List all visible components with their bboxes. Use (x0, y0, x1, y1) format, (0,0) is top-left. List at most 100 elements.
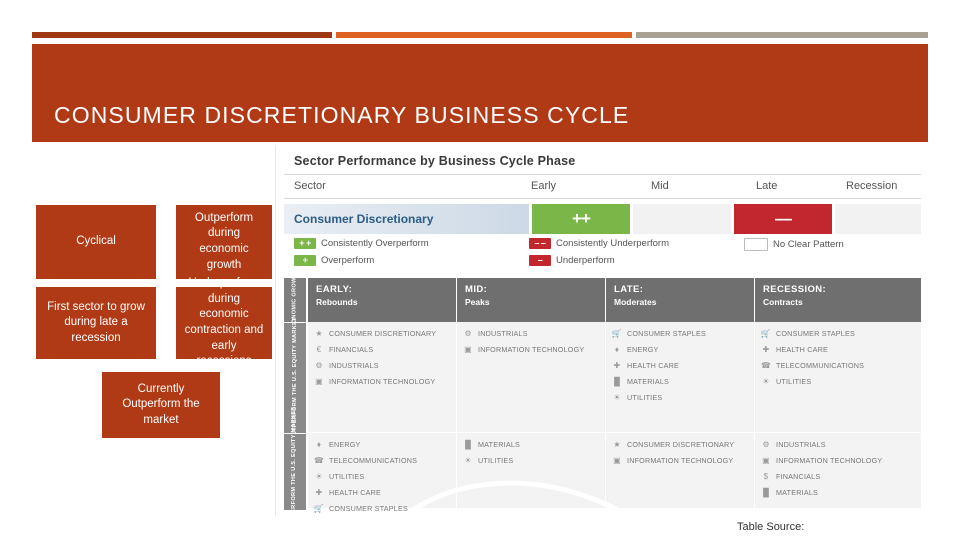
bulb-icon: ☀ (464, 456, 472, 465)
sector-performance-table: Sector Performance by Business Cycle Pha… (275, 146, 929, 516)
callout-outperform-growth-label: Outperform during economic growth (194, 211, 254, 271)
axis-label-underperform: UNDERPERFORM THE U.S. EQUITY MARKET (284, 406, 306, 516)
column-header-late: Late (756, 180, 778, 192)
tag-icon: ★ (613, 440, 621, 449)
phase-column-late: LATE: Moderates 🛒 CONSUMER STAPLES ♦ ENERG… (606, 278, 754, 508)
chip-icon: ▣ (762, 456, 770, 465)
list-item-label: CONSUMER DISCRETIONARY (627, 440, 735, 449)
list-item: 🛒 CONSUMER STAPLES (761, 328, 915, 339)
list-item-label: HEALTH CARE (329, 488, 381, 497)
source-line-1: Table Source: (737, 521, 805, 533)
list-item: ▣ INFORMATION TECHNOLOGY (612, 455, 748, 466)
chip-icon: ▣ (464, 345, 472, 354)
table-rule-top (284, 174, 921, 175)
list-item: █ MATERIALS (761, 487, 915, 498)
list-item: ☀ UTILITIES (761, 376, 915, 387)
table-row: Consumer Discretionary ++ –– (284, 204, 921, 234)
table-title: Sector Performance by Business Cycle Pha… (294, 154, 576, 168)
top-rule-right (636, 32, 928, 38)
axis-label-underperform-text: UNDERPERFORM THE U.S. EQUITY MARKET (291, 406, 298, 516)
legend-label-underperform: Underperform (556, 255, 615, 266)
list-item-label: UTILITIES (627, 393, 663, 402)
list-item-label: UTILITIES (776, 377, 812, 386)
list-item-label: CONSUMER STAPLES (627, 329, 706, 338)
axis-labels: ECONOMIC GROWTH OUTPERFORM THE U.S. EQUI… (284, 269, 306, 516)
list-item-label: INDUSTRIALS (478, 329, 528, 338)
list-item-label: INFORMATION TECHNOLOGY (329, 377, 436, 386)
cross-icon: ✚ (762, 345, 770, 354)
phone-icon: ☎ (760, 361, 772, 370)
cross-icon: ✚ (315, 488, 323, 497)
list-item: € FINANCIALS (314, 344, 450, 355)
column-header-early: Early (531, 180, 557, 192)
phase-underperform-late: ★ CONSUMER DISCRETIONARY ▣ INFORMATION TEC… (606, 432, 754, 508)
phase-sub-early: Rebounds (316, 297, 358, 307)
callout-currently-outperform: Currently Outperform the market (102, 372, 220, 438)
bank-icon: € (316, 345, 322, 354)
legend-item-no-clear-pattern: No Clear Pattern (744, 238, 844, 251)
phase-sub-late: Moderates (614, 297, 657, 307)
legend-label-no-clear-pattern: No Clear Pattern (773, 239, 844, 250)
chip-icon: ▣ (315, 377, 323, 386)
chip-icon: ▣ (613, 456, 621, 465)
list-item: ☎ TELECOMMUNICATIONS (314, 455, 450, 466)
page-title: CONSUMER DISCRETIONARY BUSINESS CYCLE (54, 102, 630, 128)
list-item: ☀ UTILITIES (314, 471, 450, 482)
phase-column-mid: MID: Peaks ⚙ INDUSTRIALS ▣ INFORMATION TEC… (457, 278, 605, 508)
callout-first-sector-label: First sector to grow during late a reces… (47, 300, 145, 344)
legend-item-consistently-underperform: – – Consistently Underperform (529, 238, 669, 249)
list-item-label: CONSUMER STAPLES (329, 504, 408, 513)
list-item: ♦ ENERGY (314, 439, 450, 450)
list-item-label: INDUSTRIALS (329, 361, 379, 370)
legend-item-overperform: + Overperform (294, 255, 374, 266)
callout-cyclical: Cyclical (36, 205, 156, 279)
material-icon: █ (465, 440, 471, 449)
factory-icon: ⚙ (464, 329, 472, 338)
dollar-icon: $ (763, 472, 769, 481)
table-rule-header (284, 198, 921, 199)
row-label-consumer-discretionary: Consumer Discretionary (284, 204, 529, 234)
factory-icon: ⚙ (315, 361, 323, 370)
list-item: ✚ HEALTH CARE (612, 360, 748, 371)
cart-icon: 🛒 (760, 329, 772, 338)
list-item-label: INDUSTRIALS (776, 440, 826, 449)
callout-underperform-contraction-label: Underperform during economic contraction… (184, 277, 264, 368)
phase-header-recession: RECESSION: Contracts (755, 278, 921, 322)
phase-header-late: LATE: Moderates (606, 278, 754, 322)
material-icon: █ (614, 377, 620, 386)
list-item-label: FINANCIALS (776, 472, 821, 481)
column-header-recession: Recession (846, 180, 898, 192)
list-item-label: MATERIALS (627, 377, 670, 386)
phase-name-mid: MID: (465, 284, 488, 295)
column-header-mid: Mid (651, 180, 669, 192)
list-item-label: ENERGY (627, 345, 659, 354)
list-item: █ MATERIALS (612, 376, 748, 387)
phase-grid: ECONOMIC GROWTH OUTPERFORM THE U.S. EQUI… (284, 269, 921, 516)
legend-label-consistently-underperform: Consistently Underperform (556, 238, 669, 249)
list-item-label: INFORMATION TECHNOLOGY (478, 345, 585, 354)
bulb-icon: ☀ (613, 393, 621, 402)
phase-outperform-mid: ⚙ INDUSTRIALS ▣ INFORMATION TECHNOLOGY (457, 322, 605, 432)
cross-icon: ✚ (613, 361, 621, 370)
phase-column-early: EARLY: Rebounds ★ CONSUMER DISCRETIONARY … (308, 278, 456, 513)
phase-header-early: EARLY: Rebounds (308, 278, 456, 322)
list-item-label: MATERIALS (776, 488, 819, 497)
legend-label-overperform: Overperform (321, 255, 375, 266)
phase-name-early: EARLY: (316, 284, 353, 295)
list-item: ▣ INFORMATION TECHNOLOGY (314, 376, 450, 387)
list-item: ★ CONSUMER DISCRETIONARY (314, 328, 450, 339)
list-item: ☀ UTILITIES (463, 455, 599, 466)
cart-icon: 🛒 (313, 504, 325, 513)
phase-name-recession: RECESSION: (763, 284, 827, 295)
list-item: ⚙ INDUSTRIALS (314, 360, 450, 371)
phase-underperform-mid: █ MATERIALS ☀ UTILITIES (457, 432, 605, 508)
callout-underperform-contraction: Underperform during economic contraction… (176, 277, 272, 367)
column-header-sector: Sector (294, 180, 326, 192)
legend-item-underperform: – Underperform (529, 255, 615, 266)
callout-cyclical-label: Cyclical (76, 235, 116, 248)
list-item-label: TELECOMMUNICATIONS (776, 361, 865, 370)
axis-label-economic-growth: ECONOMIC GROWTH (284, 269, 306, 331)
material-icon: █ (763, 488, 769, 497)
top-rule-left (32, 32, 332, 38)
list-item-label: UTILITIES (329, 472, 365, 481)
